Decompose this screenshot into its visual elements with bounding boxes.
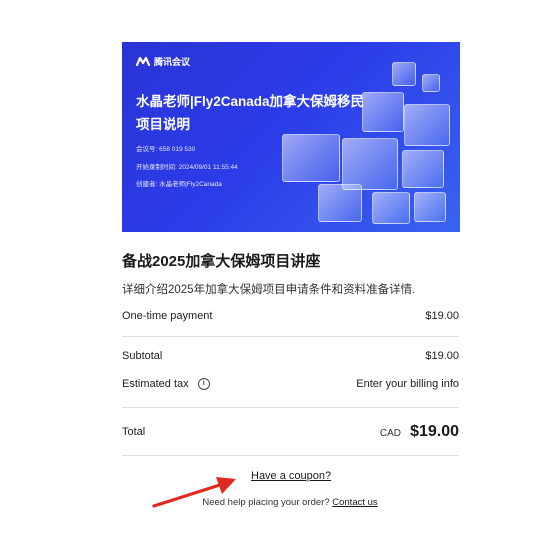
cube-shape	[414, 192, 446, 222]
divider	[122, 455, 459, 456]
total-amount-group: CAD $19.00	[380, 423, 459, 441]
banner-title: 水晶老师|Fly2Canada加拿大保姆移民项目说明	[136, 94, 365, 132]
record-time: 2024/09/01 11:55:44	[178, 164, 238, 171]
cube-shape	[404, 104, 450, 146]
payment-value: $19.00	[425, 310, 459, 322]
coupon-link[interactable]: Have a coupon?	[251, 470, 331, 482]
course-title: 备战2025加拿大保姆项目讲座	[122, 253, 321, 270]
cube-shape	[342, 138, 398, 190]
total-row: Total CAD $19.00	[122, 423, 459, 441]
brand-logo: 腾讯会议	[136, 55, 190, 68]
tax-value: Enter your billing info	[356, 378, 459, 391]
tax-label-group: Estimated tax i	[122, 378, 210, 391]
divider	[122, 336, 459, 337]
contact-us-link[interactable]: Contact us	[332, 497, 377, 508]
brand-name: 腾讯会议	[154, 57, 191, 67]
info-icon[interactable]: i	[197, 378, 210, 391]
total-value: $19.00	[410, 423, 459, 440]
creator-label: 创建者:	[136, 181, 158, 188]
meeting-id-label: 会议号:	[136, 146, 158, 153]
tencent-meeting-logo-icon	[136, 57, 150, 66]
cube-shape	[318, 184, 362, 222]
total-label: Total	[122, 426, 146, 438]
meeting-id-line: 会议号: 658 019 530	[136, 146, 195, 154]
subtotal-label: Subtotal	[122, 350, 163, 362]
divider	[122, 407, 459, 408]
creator-line: 创建者: 水晶老师|Fly2Canada	[136, 181, 222, 189]
cube-shape	[372, 192, 410, 224]
cube-shape	[392, 62, 416, 86]
cube-shape	[282, 134, 340, 182]
payment-label: One-time payment	[122, 310, 213, 322]
tax-row: Estimated tax i Enter your billing info	[122, 378, 459, 391]
subtotal-row: Subtotal $19.00	[122, 350, 459, 362]
help-line: Need help placing your order? Contact us	[0, 497, 560, 508]
cube-shape	[422, 74, 440, 92]
record-time-line: 开始录制时间: 2024/09/01 11:55:44	[136, 164, 238, 172]
record-time-label: 开始录制时间:	[136, 164, 177, 171]
tax-label: Estimated tax	[122, 378, 189, 390]
cube-shape	[402, 150, 444, 188]
course-description: 详细介绍2025年加拿大保姆项目申请条件和资料准备详情.	[122, 284, 416, 296]
payment-row: One-time payment $19.00	[122, 310, 459, 322]
course-banner: 腾讯会议 水晶老师|Fly2Canada加拿大保姆移民项目说明 会议号: 658…	[122, 42, 460, 232]
creator-name: 水晶老师|Fly2Canada	[159, 181, 222, 188]
subtotal-value: $19.00	[425, 350, 459, 362]
help-text: Need help placing your order?	[202, 497, 330, 508]
meeting-id: 658 019 530	[159, 146, 196, 153]
total-currency: CAD	[379, 428, 401, 439]
